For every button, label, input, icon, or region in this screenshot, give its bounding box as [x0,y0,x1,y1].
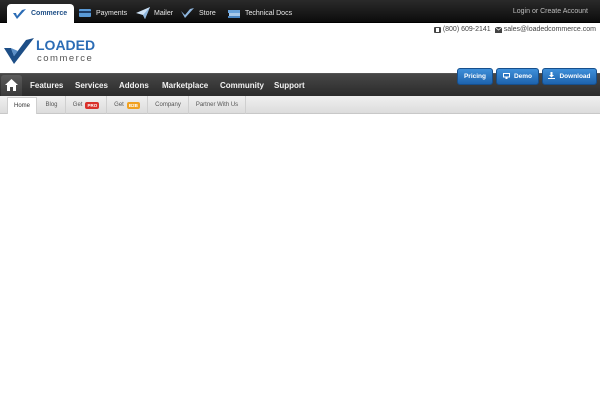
loaded-logo-icon [13,8,27,20]
subnav-label: Company [155,102,181,108]
nav-features[interactable]: Features [30,74,63,96]
tab-label: Store [199,9,216,17]
nav-services[interactable]: Services [75,74,108,96]
account-links: Login or Create Account [513,8,588,15]
tab-technical-docs[interactable]: Technical Docs [227,3,292,23]
tab-payments[interactable]: Payments [78,3,127,23]
login-link[interactable]: Login [513,8,530,15]
subnav-partner-with-us[interactable]: Partner With Us [189,96,246,114]
home-button[interactable] [1,75,22,96]
or-text: or [531,8,539,15]
nav-addons[interactable]: Addons [119,74,149,96]
subnav-label: Get [114,102,124,108]
subnav-label: Blog [45,102,58,108]
phone-icon [433,26,441,33]
b2b-badge: B2B [126,101,140,109]
create-account-link[interactable]: Create Account [540,8,588,15]
books-icon [227,7,241,19]
paper-plane-icon [136,7,150,19]
pricing-button[interactable]: Pricing [457,68,493,85]
sub-nav: Home Blog Get PRO Get B2B Company Partne… [0,96,600,114]
subnav-company[interactable]: Company [148,96,189,114]
logo-sub-text: commerce [37,53,93,64]
subnav-label: Partner With Us [195,102,239,108]
subnav-get-pro[interactable]: Get PRO [66,96,107,114]
tab-commerce[interactable]: Commerce [7,4,75,23]
tab-label: Commerce [31,10,68,17]
tab-mailer[interactable]: Mailer [136,3,173,23]
tab-label: Technical Docs [245,9,293,17]
tab-label: Mailer [154,9,174,17]
tab-store[interactable]: Store [181,3,216,23]
demo-button[interactable]: Demo [496,68,539,85]
subnav-blog[interactable]: Blog [38,96,66,114]
nav-support[interactable]: Support [274,74,305,96]
top-bar: Commerce Payments Mailer Store Technical… [0,0,600,23]
contact-info: (800) 609-2141 sales@loadedcommerce.com [430,26,596,33]
logo-main-text: LOADED [36,37,95,53]
subnav-label: Home [13,103,30,109]
loaded-commerce-logo[interactable]: LOADED commerce [4,36,104,66]
download-button[interactable]: Download [542,68,597,85]
pricing-label: Pricing [463,73,487,80]
nav-marketplace[interactable]: Marketplace [162,74,208,96]
phone-number[interactable]: (800) 609-2141 [443,26,491,33]
store-icon [181,7,195,19]
monitor-icon [502,72,510,81]
credit-card-icon [78,7,92,19]
subnav-get-b2b[interactable]: Get B2B [107,96,148,114]
demo-label: Demo [513,73,533,80]
nav-community[interactable]: Community [220,74,264,96]
subnav-label: Get [72,102,83,108]
envelope-icon [494,26,502,33]
tab-label: Payments [96,9,128,17]
download-icon [548,72,556,81]
pro-badge: PRO [85,101,100,109]
email-address[interactable]: sales@loadedcommerce.com [504,26,596,33]
download-label: Download [559,73,591,80]
subnav-home[interactable]: Home [7,97,37,114]
